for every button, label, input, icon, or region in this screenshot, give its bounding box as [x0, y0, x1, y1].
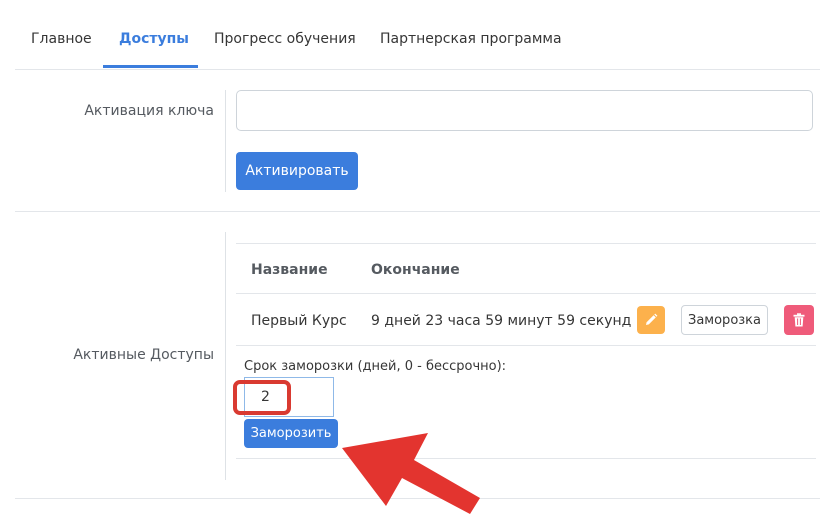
table-header-border: [236, 293, 816, 294]
edit-button[interactable]: [637, 306, 665, 334]
confirm-freeze-button[interactable]: Заморозить: [244, 419, 338, 448]
tab-progress[interactable]: Прогресс обучения: [214, 31, 356, 47]
column-header-name: Название: [251, 262, 328, 278]
tab-main[interactable]: Главное: [31, 31, 92, 47]
table-row-border: [236, 345, 816, 346]
tab-partner[interactable]: Партнерская программа: [380, 31, 562, 47]
key-input[interactable]: [236, 90, 813, 131]
delete-button[interactable]: [784, 305, 814, 335]
freeze-button[interactable]: Заморозка: [681, 305, 768, 335]
activate-button[interactable]: Активировать: [236, 152, 358, 190]
form-bottom-border: [236, 458, 816, 459]
course-end-time: 9 дней 23 часа 59 минут 59 секунд: [371, 313, 632, 329]
pencil-icon: [646, 313, 658, 325]
column-header-end: Окончание: [371, 262, 460, 278]
key-activation-label: Активация ключа: [84, 103, 214, 119]
tab-bar: Главное Доступы Прогресс обучения Партне…: [15, 0, 820, 70]
course-name: Первый Курс: [251, 313, 347, 329]
tab-access[interactable]: Доступы: [119, 31, 189, 47]
freeze-days-label: Срок заморозки (дней, 0 - бессрочно):: [244, 359, 507, 374]
table-top-border: [236, 243, 816, 244]
annotation-highlight-box: [233, 380, 291, 415]
active-tab-indicator: [103, 65, 198, 68]
form-divider: [225, 232, 226, 480]
arrow-icon: [342, 433, 480, 514]
trash-icon: [793, 313, 805, 327]
section-divider: [15, 211, 820, 212]
active-access-label: Активные Доступы: [73, 347, 214, 363]
form-divider: [225, 90, 226, 192]
